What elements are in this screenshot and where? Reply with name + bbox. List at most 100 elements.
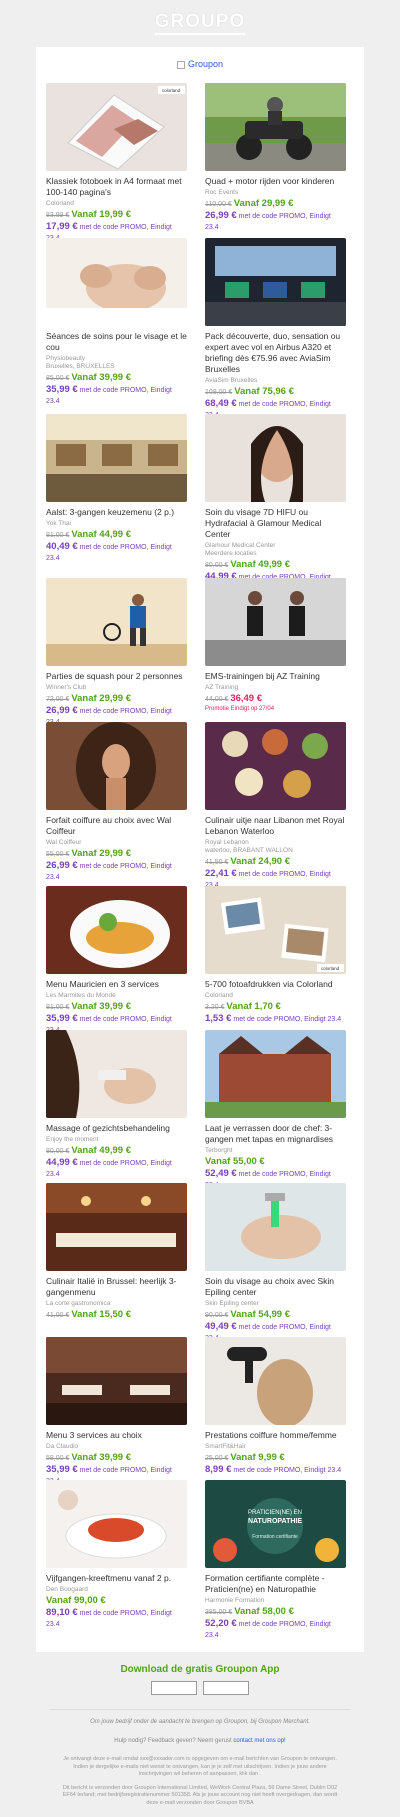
deal-title[interactable]: Soin du visage 7D HIFU ou Hydrafacial à … bbox=[205, 507, 346, 540]
photo-prints-image: colorland bbox=[205, 886, 346, 974]
deal-card[interactable]: Soin du visage 7D HIFU ou Hydrafacial à … bbox=[205, 414, 346, 594]
deal-image[interactable] bbox=[205, 578, 346, 666]
italian-restaurant-image bbox=[46, 1183, 187, 1271]
deal-image[interactable] bbox=[46, 1183, 187, 1271]
deal-image[interactable] bbox=[46, 578, 187, 666]
deal-card[interactable]: Séances de soins pour le visage et le co… bbox=[46, 238, 187, 407]
promo-price: 17,99 € bbox=[46, 221, 78, 232]
from-price: Vanaf 54,99 € bbox=[230, 1309, 290, 1320]
deal-title[interactable]: Prestations coiffure homme/femme bbox=[205, 1430, 346, 1441]
deal-card[interactable]: Menu Mauricien en 3 services Les Marmite… bbox=[46, 886, 187, 1036]
deal-card[interactable]: PRATICIEN(NE) EN NATUROPATHIE Formation … bbox=[205, 1480, 346, 1641]
deal-merchant: Yok Thai bbox=[46, 520, 71, 527]
deal-image[interactable] bbox=[46, 1030, 187, 1118]
old-price: 80,00 € bbox=[46, 1148, 70, 1155]
deal-card[interactable]: Prestations coiffure homme/femme SmartFi… bbox=[205, 1337, 346, 1476]
deal-title[interactable]: Aalst: 3-gangen keuzemenu (2 p.) bbox=[46, 507, 187, 518]
deal-card[interactable]: Massage of gezichtsbehandeling Enjoy the… bbox=[46, 1030, 187, 1180]
old-price: 110,00 € bbox=[205, 201, 232, 208]
deal-title[interactable]: Laat je verrassen door de chef: 3-gangen… bbox=[205, 1123, 346, 1145]
promo-price: 1,53 € bbox=[205, 1013, 232, 1024]
old-price: 81,00 € bbox=[46, 1004, 70, 1011]
deal-title[interactable]: Vijfgangen-kreeftmenu vanaf 2 p. bbox=[46, 1573, 187, 1584]
legal-company-text: Dit bericht is verzonden door Groupon In… bbox=[62, 1784, 338, 1806]
deal-card[interactable]: Quad + motor rijden voor kinderen Roc Ev… bbox=[205, 83, 346, 233]
naturopathy-image: PRATICIEN(NE) EN NATUROPATHIE Formation … bbox=[205, 1480, 346, 1568]
deal-title[interactable]: Massage of gezichtsbehandeling bbox=[46, 1123, 187, 1134]
promo-price: 49,49 € bbox=[205, 1321, 237, 1332]
deal-card[interactable]: Culinair uitje naar Libanon met Royal Le… bbox=[205, 722, 346, 891]
inner-groupon-logo[interactable]: Groupon bbox=[36, 59, 364, 69]
deal-card[interactable]: Laat je verrassen door de chef: 3-gangen… bbox=[205, 1030, 346, 1191]
from-price: Vanaf 9,99 € bbox=[230, 1452, 285, 1463]
deal-card[interactable]: colorland 5-700 fotoafdrukken via Colorl… bbox=[205, 886, 346, 1025]
top-logo[interactable]: GROUPO bbox=[0, 0, 400, 46]
old-price: 81,00 € bbox=[46, 532, 70, 539]
deal-title[interactable]: Forfait coiffure au choix avec Wal Coiff… bbox=[46, 815, 187, 837]
old-price: 72,00 € bbox=[46, 696, 70, 703]
contact-link[interactable]: contact met ons op! bbox=[233, 1738, 285, 1744]
deal-image[interactable] bbox=[46, 414, 187, 502]
google-play-button[interactable] bbox=[203, 1681, 249, 1695]
deal-image[interactable] bbox=[46, 722, 187, 810]
deal-title[interactable]: Parties de squash pour 2 personnes bbox=[46, 671, 187, 682]
deal-image[interactable] bbox=[205, 722, 346, 810]
deal-image[interactable] bbox=[205, 1337, 346, 1425]
old-price: 83,99 € bbox=[46, 212, 70, 219]
deal-merchant: AZ Training bbox=[205, 684, 239, 691]
from-price: Vanaf 49,99 € bbox=[230, 559, 290, 570]
deal-title[interactable]: 5-700 fotoafdrukken via Colorland bbox=[205, 979, 346, 990]
legal-text: Je ontvangt deze e-mail omdat xxx@xxxade… bbox=[63, 1756, 337, 1777]
deal-merchant: Royal Lebanon bbox=[205, 839, 249, 846]
deal-title[interactable]: Formation certifiante complète - Pratici… bbox=[205, 1573, 346, 1595]
lobster-dish-image bbox=[46, 1480, 187, 1568]
deal-card[interactable]: Forfait coiffure au choix avec Wal Coiff… bbox=[46, 722, 187, 883]
deal-image[interactable] bbox=[205, 1030, 346, 1118]
deal-title[interactable]: Menu Mauricien en 3 services bbox=[46, 979, 187, 990]
deal-title[interactable]: Culinair uitje naar Libanon met Royal Le… bbox=[205, 815, 346, 837]
deal-image[interactable] bbox=[205, 1183, 346, 1271]
deal-image[interactable] bbox=[46, 1480, 187, 1568]
deal-card[interactable]: Soin du visage au choix avec Skin Epilin… bbox=[205, 1183, 346, 1344]
deal-location: waterloo, BRABANT WALLON bbox=[205, 847, 293, 854]
deal-title[interactable]: Séances de soins pour le visage et le co… bbox=[46, 331, 187, 353]
deal-merchant: Colorland bbox=[46, 200, 74, 207]
from-price: Vanaf 29,99 € bbox=[233, 198, 294, 209]
deal-card[interactable]: EMS-trainingen bij AZ Training AZ Traini… bbox=[205, 578, 346, 714]
deal-title[interactable]: Quad + motor rijden voor kinderen bbox=[205, 176, 346, 187]
deal-image[interactable] bbox=[205, 83, 346, 171]
deal-card[interactable]: Pack découverte, duo, sensation ou exper… bbox=[205, 238, 346, 421]
deal-image[interactable]: colorland bbox=[205, 886, 346, 974]
deal-image[interactable] bbox=[46, 886, 187, 974]
deal-card[interactable]: Culinair Italië in Brussel: heerlijk 3-g… bbox=[46, 1183, 187, 1321]
deal-card[interactable]: Parties de squash pour 2 personnes Winne… bbox=[46, 578, 187, 728]
deal-card[interactable]: Aalst: 3-gangen keuzemenu (2 p.) Yok Tha… bbox=[46, 414, 187, 564]
divider bbox=[50, 1709, 350, 1710]
deal-merchant: La corte gastronomica bbox=[46, 1300, 111, 1307]
app-download-title[interactable]: Download de gratis Groupon App bbox=[0, 1664, 400, 1675]
deal-card[interactable]: Vijfgangen-kreeftmenu vanaf 2 p. Den Boo… bbox=[46, 1480, 187, 1630]
deal-image[interactable] bbox=[205, 414, 346, 502]
deal-image[interactable] bbox=[46, 238, 187, 326]
deal-title[interactable]: Soin du visage au choix avec Skin Epilin… bbox=[205, 1276, 346, 1298]
email-footer: Download de gratis Groupon App Om jouw b… bbox=[0, 1652, 400, 1807]
deal-title[interactable]: EMS-trainingen bij AZ Training bbox=[205, 671, 346, 682]
deal-image[interactable] bbox=[205, 238, 346, 326]
app-store-button[interactable] bbox=[151, 1681, 197, 1695]
deal-card[interactable]: Menu 3 services au choix Da Claudio 58,0… bbox=[46, 1337, 187, 1487]
deal-title[interactable]: Culinair Italië in Brussel: heerlijk 3-g… bbox=[46, 1276, 187, 1298]
deal-card[interactable]: colorland Klassiek fotoboek in A4 formaa… bbox=[46, 83, 187, 244]
deal-merchant: SmartFit&Hair bbox=[205, 1443, 246, 1450]
deal-image[interactable] bbox=[46, 1337, 187, 1425]
promo-price: 26,99 € bbox=[205, 210, 237, 221]
deal-title[interactable]: Menu 3 services au choix bbox=[46, 1430, 187, 1441]
promo-price: 35,99 € bbox=[46, 1464, 78, 1475]
deal-title[interactable]: Klassiek fotoboek in A4 formaat met 100-… bbox=[46, 176, 187, 198]
deal-merchant: Winner's Club bbox=[46, 684, 87, 691]
hair-drying-image bbox=[205, 1337, 346, 1425]
deal-merchant: Physiobeauty bbox=[46, 355, 86, 362]
photobook-image: colorland bbox=[46, 83, 187, 171]
deal-image[interactable]: PRATICIEN(NE) EN NATUROPATHIE Formation … bbox=[205, 1480, 346, 1568]
deal-title[interactable]: Pack découverte, duo, sensation ou exper… bbox=[205, 331, 346, 375]
deal-image[interactable]: colorland bbox=[46, 83, 187, 171]
